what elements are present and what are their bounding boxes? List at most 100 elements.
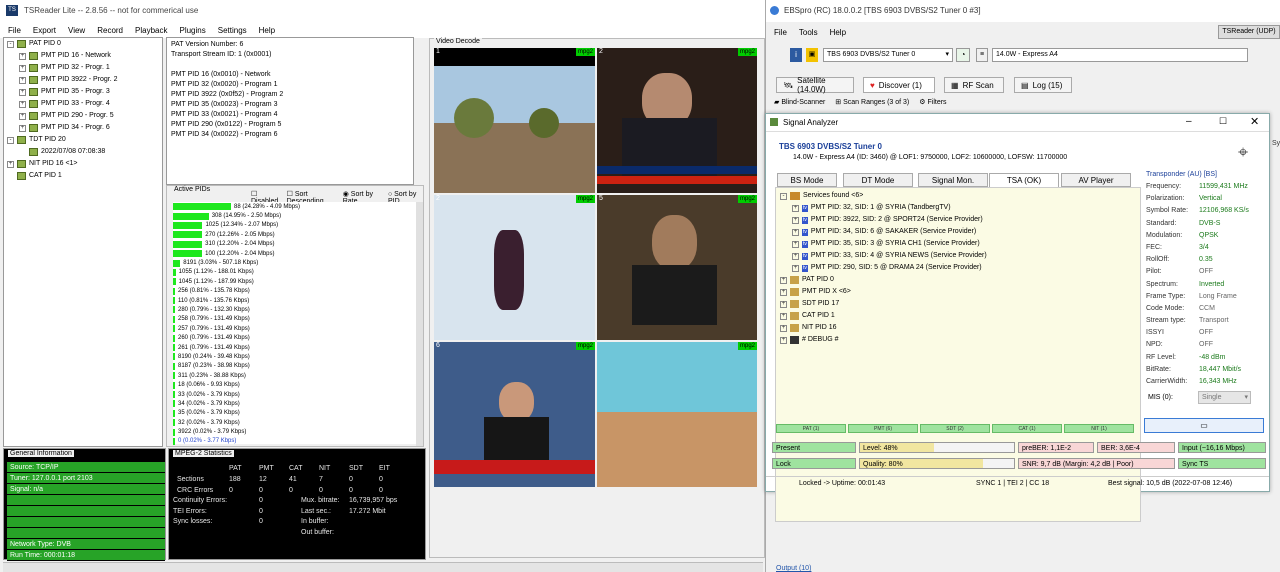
tab-blind-scanner[interactable]: ▰ Blind-Scanner <box>774 98 825 106</box>
ebs-menu-tools[interactable]: Tools <box>799 28 818 37</box>
tree-item[interactable]: - PAT PID 0 <box>4 38 162 50</box>
ebs-menu-help[interactable]: Help <box>830 28 846 37</box>
menu-help[interactable]: Help <box>259 26 275 35</box>
menu-record[interactable]: Record <box>97 26 123 35</box>
tab-dt-mode[interactable]: DT Mode <box>843 173 913 187</box>
tree-item[interactable]: + PMT PID 34 - Progr. 6 <box>4 122 162 134</box>
tsreader-udp-button[interactable]: TSReader (UDP) <box>1218 25 1280 39</box>
video-tile-3[interactable]: 2 mpg2 <box>434 195 595 340</box>
chevron-down-icon: ▾ <box>1244 394 1248 401</box>
expand-icon[interactable]: + <box>19 64 26 72</box>
tree-item[interactable]: + PMT PID 290 - Progr. 5 <box>4 110 162 122</box>
menu-plugins[interactable]: Plugins <box>179 26 205 35</box>
expand-icon[interactable]: + <box>792 252 799 260</box>
table-item[interactable]: + # DEBUG # <box>780 334 1136 346</box>
service-item[interactable]: + tv PMT PID: 33, SID: 4 @ SYRIA NEWS (Ser… <box>780 250 1136 262</box>
service-item[interactable]: + tv PMT PID: 32, SID: 1 @ SYRIA (Tandberg… <box>780 202 1136 214</box>
pid-rate-row: 88 (24.28% - 4.09 Mbps) <box>173 202 417 211</box>
expand-icon[interactable]: + <box>19 124 26 132</box>
tuner-select[interactable]: TBS 6903 DVBS/S2 Tuner 0 ▾ <box>823 48 953 62</box>
table-item[interactable]: + PMT PID X <6> <box>780 286 1136 298</box>
tree-item[interactable]: CAT PID 1 <box>4 170 162 182</box>
expand-icon[interactable]: + <box>19 76 26 84</box>
pid-rate-list[interactable]: 88 (24.28% - 4.09 Mbps) 308 (14.95% - 2.5… <box>173 202 417 445</box>
expand-icon[interactable]: + <box>792 240 799 248</box>
tree-item[interactable]: + NIT PID 16 <1> <box>4 158 162 170</box>
video-tile-6[interactable]: mpg2 <box>597 342 757 487</box>
menu-file[interactable]: File <box>8 26 21 35</box>
expand-icon[interactable]: + <box>792 264 799 272</box>
tab-log[interactable]: ▤ Log (15) <box>1014 77 1072 93</box>
expand-icon[interactable]: + <box>19 88 26 96</box>
maximize-icon[interactable]: ☐ <box>1219 116 1227 127</box>
mis-select[interactable]: Single ▾ <box>1198 391 1251 404</box>
expand-icon[interactable]: + <box>780 336 787 344</box>
info-icon[interactable]: i <box>790 48 802 62</box>
table-item[interactable]: + NIT PID 16 <box>780 322 1136 334</box>
services-header[interactable]: - Services found <6> <box>780 190 1136 202</box>
tree-item[interactable]: + PMT PID 35 - Progr. 3 <box>4 86 162 98</box>
expand-icon[interactable]: + <box>780 312 787 320</box>
transponder-row: RF Level: -48 dBm <box>1146 353 1226 361</box>
expand-icon[interactable]: - <box>780 192 787 200</box>
expand-icon[interactable]: + <box>792 228 799 236</box>
tree-item[interactable]: + PMT PID 32 - Progr. 1 <box>4 62 162 74</box>
table-item[interactable]: + CAT PID 1 <box>780 310 1136 322</box>
analyzer-action-button[interactable]: ▭ <box>1144 418 1264 433</box>
service-item[interactable]: + tv PMT PID: 290, SID: 5 @ DRAMA 24 (Serv… <box>780 262 1136 274</box>
tree-item[interactable]: + PMT PID 3922 - Progr. 2 <box>4 74 162 86</box>
tab-filters[interactable]: ⚙ Filters <box>919 98 946 106</box>
video-tile-2[interactable]: 2 mpg2 <box>597 48 757 193</box>
ts-analysis-tree[interactable]: - Services found <6> + tv PMT PID: 32, SID: … <box>775 187 1141 522</box>
menu-export[interactable]: Export <box>33 26 56 35</box>
table-item[interactable]: + SDT PID 17 <box>780 298 1136 310</box>
tab-satellite[interactable]: 🛰 Satellite (14.0W) <box>776 76 854 94</box>
tab-tsa[interactable]: TSA (OK) <box>989 173 1059 187</box>
service-item[interactable]: + tv PMT PID: 34, SID: 6 @ SAKAKER (Servic… <box>780 226 1136 238</box>
service-item[interactable]: + tv PMT PID: 3922, SID: 2 @ SPORT24 (Serv… <box>780 214 1136 226</box>
expand-icon[interactable]: + <box>7 160 14 168</box>
video-tile-1[interactable]: 1 mpg2 <box>434 48 595 193</box>
ebs-menu-file[interactable]: File <box>774 28 787 37</box>
menu-playback[interactable]: Playback <box>135 26 167 35</box>
satellite-select[interactable]: 14.0W - Express A4 <box>992 48 1248 62</box>
tab-av-player[interactable]: AV Player <box>1061 173 1131 187</box>
menu-settings[interactable]: Settings <box>218 26 247 35</box>
pid-tree[interactable]: - PAT PID 0 + PMT PID 16 - Network + PMT PID … <box>3 37 163 447</box>
expand-icon[interactable]: + <box>780 300 787 308</box>
tab-discover[interactable]: ♥ Discover (1) <box>863 77 935 93</box>
mpeg2-stats-panel: MPEG-2 Statistics PAT PMT CAT NIT SDT EIT Sect… <box>168 448 426 560</box>
expand-icon[interactable]: + <box>19 112 26 120</box>
video-tile-4[interactable]: 5 mpg2 <box>597 195 757 340</box>
tree-item[interactable]: + PMT PID 33 - Progr. 4 <box>4 98 162 110</box>
video-tile-5[interactable]: 6 mpg2 <box>434 342 595 487</box>
pid-rate-bar <box>173 240 203 248</box>
tree-item[interactable]: 2022/07/08 07:08:38 <box>4 146 162 158</box>
lock-icon[interactable]: ▣ <box>806 48 818 62</box>
table-item[interactable]: + PAT PID 0 <box>780 274 1136 286</box>
satellite-list-icon[interactable]: ≡ <box>976 48 988 62</box>
expand-icon[interactable]: + <box>792 204 799 212</box>
expand-icon[interactable]: + <box>780 324 787 332</box>
service-item[interactable]: + tv PMT PID: 35, SID: 3 @ SYRIA CH1 (Serv… <box>780 238 1136 250</box>
menu-view[interactable]: View <box>68 26 85 35</box>
expand-icon[interactable]: + <box>792 216 799 224</box>
tab-bs-mode[interactable]: BS Mode <box>777 173 837 187</box>
tree-item[interactable]: - TDT PID 20 <box>4 134 162 146</box>
close-icon[interactable]: ✕ <box>1250 115 1259 128</box>
expand-icon[interactable]: - <box>7 136 14 144</box>
minimize-icon[interactable]: – <box>1186 116 1192 127</box>
signal-icon[interactable]: ◔ <box>956 48 970 62</box>
pid-rate-bar <box>173 428 175 436</box>
tab-rf-scan[interactable]: ▦ RF Scan <box>944 77 1004 93</box>
pid-list-scrollbar[interactable] <box>416 202 423 446</box>
expand-icon[interactable]: + <box>19 100 26 108</box>
expand-icon[interactable]: + <box>19 52 26 60</box>
tab-scan-ranges[interactable]: ⊞ Scan Ranges (3 of 3) <box>835 98 909 106</box>
expand-icon[interactable]: - <box>7 40 14 48</box>
output-tab[interactable]: Output (10) <box>776 565 811 572</box>
tab-signal-mon[interactable]: Signal Mon. <box>918 173 988 187</box>
tree-item[interactable]: + PMT PID 16 - Network <box>4 50 162 62</box>
expand-icon[interactable]: + <box>780 276 787 284</box>
expand-icon[interactable]: + <box>780 288 787 296</box>
